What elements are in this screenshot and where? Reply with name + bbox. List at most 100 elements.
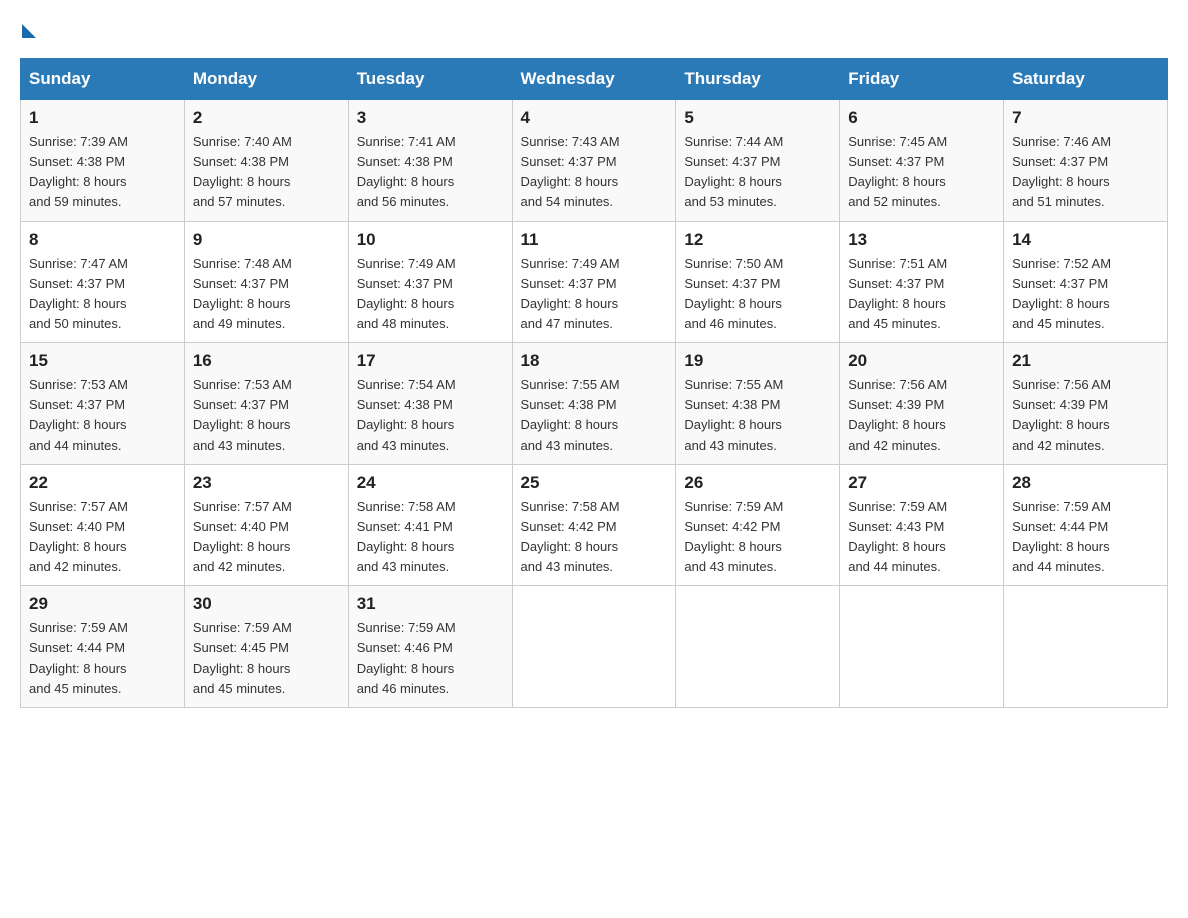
day-number: 30 <box>193 594 340 614</box>
day-info: Sunrise: 7:59 AMSunset: 4:43 PMDaylight:… <box>848 499 947 574</box>
day-number: 22 <box>29 473 176 493</box>
day-number: 5 <box>684 108 831 128</box>
day-info: Sunrise: 7:59 AMSunset: 4:42 PMDaylight:… <box>684 499 783 574</box>
calendar-cell: 9 Sunrise: 7:48 AMSunset: 4:37 PMDaylight… <box>184 221 348 343</box>
logo-arrow-icon <box>22 24 36 38</box>
calendar-cell: 15 Sunrise: 7:53 AMSunset: 4:37 PMDayligh… <box>21 343 185 465</box>
day-number: 19 <box>684 351 831 371</box>
day-number: 31 <box>357 594 504 614</box>
day-number: 11 <box>521 230 668 250</box>
calendar-cell: 27 Sunrise: 7:59 AMSunset: 4:43 PMDayligh… <box>840 464 1004 586</box>
day-number: 17 <box>357 351 504 371</box>
calendar-cell: 11 Sunrise: 7:49 AMSunset: 4:37 PMDayligh… <box>512 221 676 343</box>
col-header-thursday: Thursday <box>676 59 840 100</box>
day-number: 18 <box>521 351 668 371</box>
day-info: Sunrise: 7:57 AMSunset: 4:40 PMDaylight:… <box>29 499 128 574</box>
day-number: 15 <box>29 351 176 371</box>
day-info: Sunrise: 7:39 AMSunset: 4:38 PMDaylight:… <box>29 134 128 209</box>
calendar-cell: 8 Sunrise: 7:47 AMSunset: 4:37 PMDaylight… <box>21 221 185 343</box>
day-number: 25 <box>521 473 668 493</box>
calendar-cell: 1 Sunrise: 7:39 AMSunset: 4:38 PMDaylight… <box>21 100 185 222</box>
day-number: 10 <box>357 230 504 250</box>
calendar-cell: 26 Sunrise: 7:59 AMSunset: 4:42 PMDayligh… <box>676 464 840 586</box>
day-number: 3 <box>357 108 504 128</box>
calendar-cell: 31 Sunrise: 7:59 AMSunset: 4:46 PMDayligh… <box>348 586 512 708</box>
day-number: 1 <box>29 108 176 128</box>
day-info: Sunrise: 7:52 AMSunset: 4:37 PMDaylight:… <box>1012 256 1111 331</box>
calendar-cell <box>676 586 840 708</box>
calendar-cell: 21 Sunrise: 7:56 AMSunset: 4:39 PMDayligh… <box>1004 343 1168 465</box>
calendar-cell: 30 Sunrise: 7:59 AMSunset: 4:45 PMDayligh… <box>184 586 348 708</box>
calendar-cell: 25 Sunrise: 7:58 AMSunset: 4:42 PMDayligh… <box>512 464 676 586</box>
day-number: 12 <box>684 230 831 250</box>
calendar-cell: 6 Sunrise: 7:45 AMSunset: 4:37 PMDaylight… <box>840 100 1004 222</box>
page-header <box>20 20 1168 38</box>
logo <box>20 20 36 38</box>
day-info: Sunrise: 7:41 AMSunset: 4:38 PMDaylight:… <box>357 134 456 209</box>
day-number: 28 <box>1012 473 1159 493</box>
calendar-cell: 20 Sunrise: 7:56 AMSunset: 4:39 PMDayligh… <box>840 343 1004 465</box>
day-info: Sunrise: 7:59 AMSunset: 4:44 PMDaylight:… <box>1012 499 1111 574</box>
day-info: Sunrise: 7:59 AMSunset: 4:45 PMDaylight:… <box>193 620 292 695</box>
day-info: Sunrise: 7:59 AMSunset: 4:44 PMDaylight:… <box>29 620 128 695</box>
day-info: Sunrise: 7:53 AMSunset: 4:37 PMDaylight:… <box>193 377 292 452</box>
calendar-cell: 5 Sunrise: 7:44 AMSunset: 4:37 PMDaylight… <box>676 100 840 222</box>
day-info: Sunrise: 7:56 AMSunset: 4:39 PMDaylight:… <box>1012 377 1111 452</box>
day-info: Sunrise: 7:56 AMSunset: 4:39 PMDaylight:… <box>848 377 947 452</box>
day-info: Sunrise: 7:48 AMSunset: 4:37 PMDaylight:… <box>193 256 292 331</box>
day-info: Sunrise: 7:43 AMSunset: 4:37 PMDaylight:… <box>521 134 620 209</box>
col-header-monday: Monday <box>184 59 348 100</box>
day-number: 24 <box>357 473 504 493</box>
day-info: Sunrise: 7:59 AMSunset: 4:46 PMDaylight:… <box>357 620 456 695</box>
day-info: Sunrise: 7:55 AMSunset: 4:38 PMDaylight:… <box>684 377 783 452</box>
day-info: Sunrise: 7:58 AMSunset: 4:42 PMDaylight:… <box>521 499 620 574</box>
day-number: 27 <box>848 473 995 493</box>
day-number: 20 <box>848 351 995 371</box>
calendar-cell: 13Sunrise: 7:51 AMSunset: 4:37 PMDayligh… <box>840 221 1004 343</box>
day-info: Sunrise: 7:57 AMSunset: 4:40 PMDaylight:… <box>193 499 292 574</box>
calendar-table: SundayMondayTuesdayWednesdayThursdayFrid… <box>20 58 1168 708</box>
calendar-week-row: 29 Sunrise: 7:59 AMSunset: 4:44 PMDayligh… <box>21 586 1168 708</box>
day-number: 6 <box>848 108 995 128</box>
calendar-week-row: 15 Sunrise: 7:53 AMSunset: 4:37 PMDayligh… <box>21 343 1168 465</box>
day-number: 26 <box>684 473 831 493</box>
day-info: Sunrise: 7:50 AMSunset: 4:37 PMDaylight:… <box>684 256 783 331</box>
calendar-cell: 2Sunrise: 7:40 AMSunset: 4:38 PMDaylight… <box>184 100 348 222</box>
calendar-cell: 10 Sunrise: 7:49 AMSunset: 4:37 PMDayligh… <box>348 221 512 343</box>
calendar-cell: 29 Sunrise: 7:59 AMSunset: 4:44 PMDayligh… <box>21 586 185 708</box>
calendar-cell <box>840 586 1004 708</box>
day-info: Sunrise: 7:53 AMSunset: 4:37 PMDaylight:… <box>29 377 128 452</box>
calendar-body: 1 Sunrise: 7:39 AMSunset: 4:38 PMDaylight… <box>21 100 1168 708</box>
day-number: 7 <box>1012 108 1159 128</box>
calendar-week-row: 22 Sunrise: 7:57 AMSunset: 4:40 PMDayligh… <box>21 464 1168 586</box>
day-info: Sunrise: 7:55 AMSunset: 4:38 PMDaylight:… <box>521 377 620 452</box>
calendar-cell: 28 Sunrise: 7:59 AMSunset: 4:44 PMDayligh… <box>1004 464 1168 586</box>
col-header-tuesday: Tuesday <box>348 59 512 100</box>
calendar-week-row: 8 Sunrise: 7:47 AMSunset: 4:37 PMDaylight… <box>21 221 1168 343</box>
day-info: Sunrise: 7:44 AMSunset: 4:37 PMDaylight:… <box>684 134 783 209</box>
day-info: Sunrise: 7:45 AMSunset: 4:37 PMDaylight:… <box>848 134 947 209</box>
calendar-cell: 19 Sunrise: 7:55 AMSunset: 4:38 PMDayligh… <box>676 343 840 465</box>
calendar-cell: 18 Sunrise: 7:55 AMSunset: 4:38 PMDayligh… <box>512 343 676 465</box>
day-number: 16 <box>193 351 340 371</box>
calendar-header-row: SundayMondayTuesdayWednesdayThursdayFrid… <box>21 59 1168 100</box>
day-number: 21 <box>1012 351 1159 371</box>
day-info: Sunrise: 7:58 AMSunset: 4:41 PMDaylight:… <box>357 499 456 574</box>
day-number: 29 <box>29 594 176 614</box>
day-info: Sunrise: 7:47 AMSunset: 4:37 PMDaylight:… <box>29 256 128 331</box>
day-number: 2 <box>193 108 340 128</box>
calendar-cell: 17Sunrise: 7:54 AMSunset: 4:38 PMDayligh… <box>348 343 512 465</box>
calendar-week-row: 1 Sunrise: 7:39 AMSunset: 4:38 PMDaylight… <box>21 100 1168 222</box>
day-number: 8 <box>29 230 176 250</box>
day-number: 9 <box>193 230 340 250</box>
day-info: Sunrise: 7:49 AMSunset: 4:37 PMDaylight:… <box>357 256 456 331</box>
calendar-cell: 23 Sunrise: 7:57 AMSunset: 4:40 PMDayligh… <box>184 464 348 586</box>
calendar-cell: 16 Sunrise: 7:53 AMSunset: 4:37 PMDayligh… <box>184 343 348 465</box>
day-number: 14 <box>1012 230 1159 250</box>
calendar-cell: 4Sunrise: 7:43 AMSunset: 4:37 PMDaylight… <box>512 100 676 222</box>
day-info: Sunrise: 7:49 AMSunset: 4:37 PMDaylight:… <box>521 256 620 331</box>
day-number: 23 <box>193 473 340 493</box>
col-header-wednesday: Wednesday <box>512 59 676 100</box>
calendar-cell: 7Sunrise: 7:46 AMSunset: 4:37 PMDaylight… <box>1004 100 1168 222</box>
calendar-cell: 24 Sunrise: 7:58 AMSunset: 4:41 PMDayligh… <box>348 464 512 586</box>
